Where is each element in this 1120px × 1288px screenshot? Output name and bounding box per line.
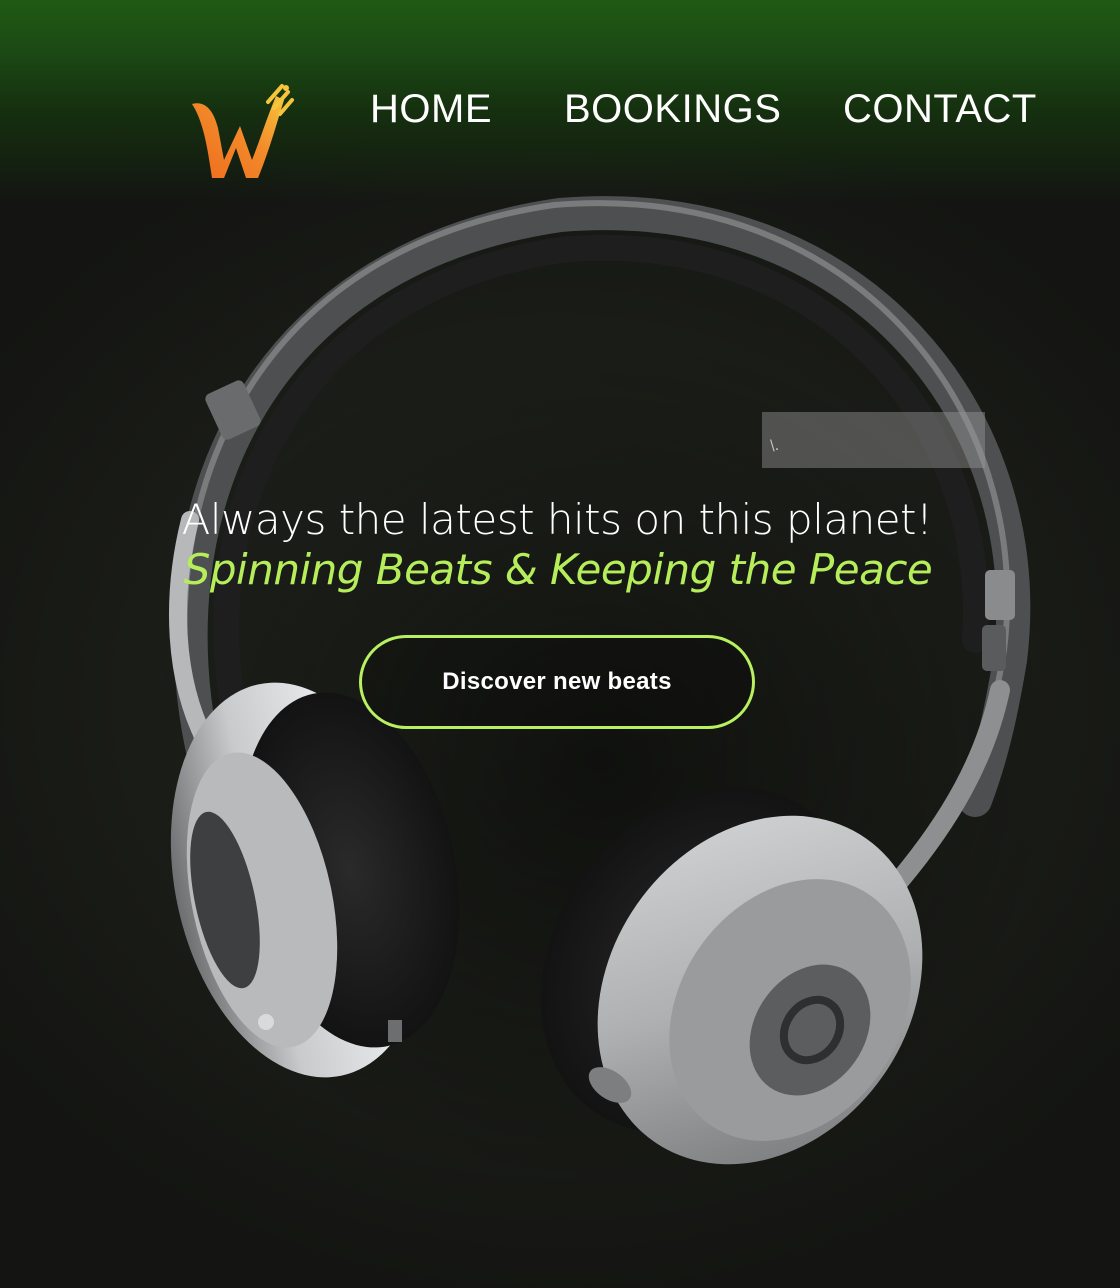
- hero-tagline: Spinning Beats & Keeping the Peace: [183, 545, 933, 594]
- w-logo-icon[interactable]: [188, 82, 296, 184]
- hero-headline: Always the latest hits on this planet!: [181, 495, 933, 544]
- nav-contact-link[interactable]: CONTACT: [843, 86, 1037, 132]
- nav-bookings-link[interactable]: BOOKINGS: [564, 86, 781, 132]
- discover-beats-button[interactable]: Discover new beats: [359, 635, 755, 729]
- overlay-box: \.: [762, 412, 985, 468]
- nav-home-link[interactable]: HOME: [370, 86, 492, 132]
- hero-section: \. HOME BOOKINGS CONTACT Always the late…: [0, 0, 1120, 1288]
- overlay-glyph: \.: [770, 438, 780, 454]
